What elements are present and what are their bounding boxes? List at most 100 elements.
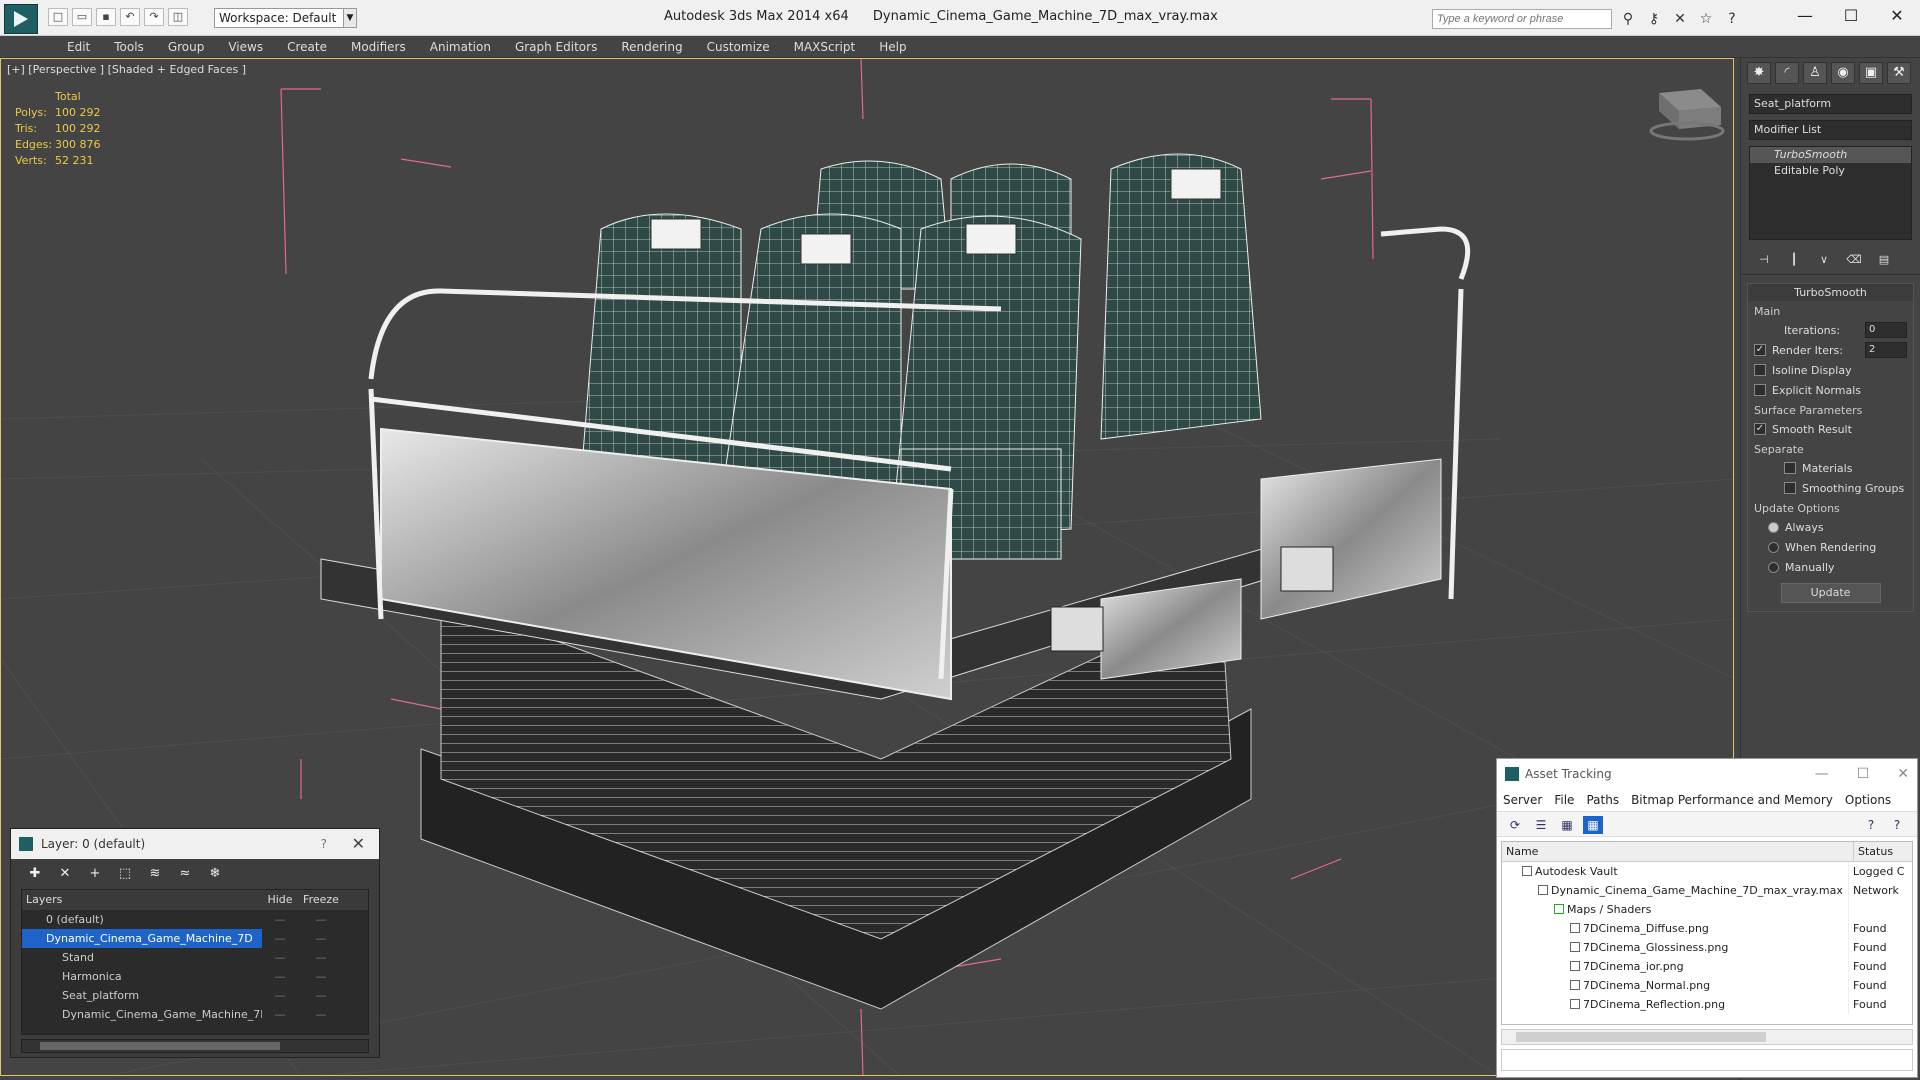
asset-menu-options[interactable]: Options <box>1845 789 1891 811</box>
minimize-icon[interactable]: — <box>1815 759 1829 789</box>
create-layer-icon[interactable]: ✚ <box>25 865 45 883</box>
layer-row[interactable]: 0 (default) — — <box>22 910 368 929</box>
maximize-icon[interactable]: ☐ <box>1857 759 1870 789</box>
col-hide[interactable]: Hide <box>262 890 298 910</box>
utilities-tab-icon[interactable]: ⚒ <box>1887 62 1911 84</box>
configure-sets-icon[interactable]: ▤ <box>1873 250 1895 270</box>
freeze-toggle[interactable]: — <box>298 910 344 929</box>
menu-rendering[interactable]: Rendering <box>609 36 694 57</box>
horizontal-scrollbar[interactable] <box>1501 1029 1913 1045</box>
app-logo-icon[interactable] <box>4 4 38 34</box>
create-tab-icon[interactable]: ✸ <box>1747 62 1771 84</box>
display-tab-icon[interactable]: ▣ <box>1859 62 1883 84</box>
render-iters-spinner[interactable]: 2 <box>1865 342 1907 358</box>
col-layers[interactable]: Layers <box>22 890 262 910</box>
layer-row[interactable]: Stand — — <box>22 948 368 967</box>
asset-row[interactable]: 7DCinema_Glossiness.png Found <box>1502 938 1912 957</box>
help-icon[interactable]: ? <box>321 829 327 859</box>
star-icon[interactable]: ☆ <box>1696 9 1716 29</box>
manually-radio[interactable] <box>1768 561 1779 573</box>
asset-row[interactable]: 7DCinema_Diffuse.png Found <box>1502 919 1912 938</box>
workspace-dropdown[interactable]: Workspace: Default <box>214 8 350 28</box>
rollout-title[interactable]: TurboSmooth <box>1748 284 1913 301</box>
layer-row[interactable]: Dynamic_Cinema_Game_Machine_7D — — <box>22 929 368 948</box>
menu-animation[interactable]: Animation <box>418 36 503 57</box>
col-name[interactable]: Name <box>1502 842 1854 861</box>
horizontal-scrollbar[interactable] <box>21 1039 369 1053</box>
help-icon[interactable]: ? <box>1722 9 1742 29</box>
make-unique-icon[interactable]: ∨ <box>1813 250 1835 270</box>
menu-group[interactable]: Group <box>156 36 217 57</box>
asset-row[interactable]: 7DCinema_ior.png Found <box>1502 957 1912 976</box>
close-icon[interactable]: ✕ <box>352 829 365 859</box>
hide-toggle[interactable]: — <box>262 910 298 929</box>
chevron-down-icon[interactable]: ▼ <box>343 8 357 28</box>
freeze-all-icon[interactable]: ❄ <box>205 865 225 883</box>
new-file-icon[interactable]: □ <box>48 8 68 26</box>
show-end-result-icon[interactable]: ┃ <box>1783 250 1805 270</box>
hide-toggle[interactable]: — <box>262 948 298 967</box>
list-view-icon[interactable]: ☰ <box>1531 816 1551 834</box>
menu-customize[interactable]: Customize <box>695 36 782 57</box>
close-icon[interactable]: ✕ <box>1897 759 1909 789</box>
viewport-label[interactable]: [+] [Perspective ] [Shaded + Edged Faces… <box>7 63 246 76</box>
hide-toggle[interactable]: — <box>262 967 298 986</box>
menu-views[interactable]: Views <box>216 36 275 57</box>
menu-tools[interactable]: Tools <box>102 36 156 57</box>
col-freeze[interactable]: Freeze <box>298 890 344 910</box>
iterations-spinner[interactable]: 0 <box>1865 322 1907 338</box>
freeze-toggle[interactable]: — <box>298 1005 344 1024</box>
hide-all-icon[interactable]: ≈ <box>175 865 195 883</box>
open-file-icon[interactable]: ▭ <box>72 8 92 26</box>
asset-menu-file[interactable]: File <box>1554 789 1574 811</box>
view-cube[interactable] <box>1649 89 1725 141</box>
table-view-icon[interactable]: ▦ <box>1557 816 1577 834</box>
menu-edit[interactable]: Edit <box>55 36 102 57</box>
search-input[interactable] <box>1432 9 1612 29</box>
minimize-icon[interactable]: — <box>1782 0 1828 32</box>
smoothing-groups-checkbox[interactable] <box>1784 482 1796 494</box>
undo-icon[interactable]: ↶ <box>120 8 140 26</box>
asset-menu-paths[interactable]: Paths <box>1586 789 1619 811</box>
asset-row[interactable]: Maps / Shaders <box>1502 900 1912 919</box>
freeze-toggle[interactable]: — <box>298 948 344 967</box>
render-iters-checkbox[interactable]: ✓ <box>1754 344 1766 356</box>
asset-menu-server[interactable]: Server <box>1503 789 1542 811</box>
select-objects-icon[interactable]: ⬚ <box>115 865 135 883</box>
menu-modifiers[interactable]: Modifiers <box>339 36 418 57</box>
hide-toggle[interactable]: — <box>262 1005 298 1024</box>
highlight-layer-icon[interactable]: ≋ <box>145 865 165 883</box>
refresh-icon[interactable]: ⟳ <box>1505 816 1525 834</box>
scrollbar-thumb[interactable] <box>40 1042 280 1050</box>
stack-item-editable-poly[interactable]: Editable Poly <box>1750 163 1911 179</box>
communication-icon[interactable]: ✕ <box>1670 9 1690 29</box>
modifier-list-dropdown[interactable]: Modifier List <box>1749 120 1912 140</box>
maximize-icon[interactable]: ☐ <box>1828 0 1874 32</box>
motion-tab-icon[interactable]: ◉ <box>1831 62 1855 84</box>
freeze-toggle[interactable]: — <box>298 986 344 1005</box>
layer-row[interactable]: Seat_platform — — <box>22 986 368 1005</box>
when-rendering-radio[interactable] <box>1768 541 1779 553</box>
add-to-layer-icon[interactable]: + <box>85 865 105 883</box>
binoculars-icon[interactable]: ⚲ <box>1618 9 1638 29</box>
pin-stack-icon[interactable]: ⊣ <box>1753 250 1775 270</box>
update-button[interactable]: Update <box>1780 583 1881 603</box>
always-radio[interactable] <box>1768 521 1779 533</box>
layer-row[interactable]: Harmonica — — <box>22 967 368 986</box>
menu-create[interactable]: Create <box>275 36 339 57</box>
modify-tab-icon[interactable]: ◜ <box>1775 62 1799 84</box>
asset-row[interactable]: 7DCinema_Normal.png Found <box>1502 976 1912 995</box>
remove-modifier-icon[interactable]: ⌫ <box>1843 250 1865 270</box>
help-icon[interactable]: ? <box>1861 816 1881 834</box>
project-folder-icon[interactable]: ◫ <box>168 8 188 26</box>
col-status[interactable]: Status <box>1854 842 1893 861</box>
object-name-field[interactable]: Seat_platform <box>1749 94 1912 114</box>
menu-help[interactable]: Help <box>867 36 918 57</box>
key-icon[interactable]: ⚷ <box>1644 9 1664 29</box>
scrollbar-thumb[interactable] <box>1516 1032 1766 1042</box>
asset-row[interactable]: 7DCinema_Reflection.png Found <box>1502 995 1912 1014</box>
isoline-checkbox[interactable] <box>1754 364 1766 376</box>
layer-row[interactable]: Dynamic_Cinema_Game_Machine_7D — — <box>22 1005 368 1024</box>
asset-row[interactable]: Autodesk Vault Logged C <box>1502 862 1912 881</box>
hide-toggle[interactable]: — <box>262 929 298 948</box>
